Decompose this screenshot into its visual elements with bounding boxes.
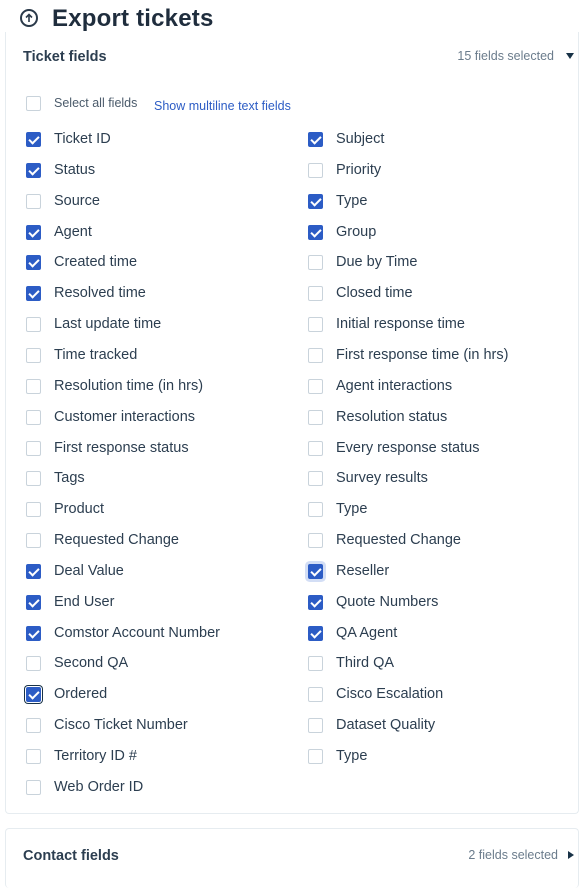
- field-checkbox[interactable]: [308, 502, 323, 517]
- contact-fields-title: Contact fields: [23, 848, 119, 864]
- field-label: Quote Numbers: [336, 594, 439, 610]
- field-label: Agent: [54, 224, 92, 240]
- chevron-down-icon[interactable]: [566, 53, 574, 59]
- field-checkbox[interactable]: [26, 163, 41, 178]
- field-checkbox[interactable]: [26, 225, 41, 240]
- field-label: Subject: [336, 131, 385, 147]
- field-checkbox[interactable]: [26, 255, 41, 270]
- field-checkbox[interactable]: [26, 471, 41, 486]
- field-label: Source: [54, 193, 100, 209]
- field-label: Resolved time: [54, 285, 146, 301]
- show-multiline-link[interactable]: Show multiline text fields: [154, 99, 291, 113]
- field-label: Created time: [54, 254, 138, 270]
- field-label: Third QA: [336, 655, 395, 671]
- field-checkbox[interactable]: [308, 132, 323, 147]
- field-label: Ordered: [54, 686, 108, 702]
- select-all-label: Select all fields: [54, 96, 138, 110]
- field-checkbox[interactable]: [26, 317, 41, 332]
- field-label: Customer interactions: [54, 409, 196, 425]
- select-all-checkbox[interactable]: [26, 96, 41, 111]
- ticket-fields-title: Ticket fields: [23, 49, 107, 65]
- field-checkbox[interactable]: [308, 626, 323, 641]
- field-label: End User: [54, 594, 115, 610]
- field-checkbox[interactable]: [26, 410, 41, 425]
- field-checkbox[interactable]: [26, 749, 41, 764]
- field-checkbox[interactable]: [308, 749, 323, 764]
- field-label: Closed time: [336, 285, 413, 301]
- contact-fields-panel: Contact fields 2 fields selected: [5, 828, 579, 888]
- field-label: Product: [54, 501, 104, 517]
- field-checkbox[interactable]: [308, 194, 323, 209]
- field-label: Survey results: [336, 470, 428, 486]
- field-label: First response status: [54, 440, 189, 456]
- field-checkbox[interactable]: [308, 286, 323, 301]
- field-checkbox[interactable]: [308, 595, 323, 610]
- field-label: Reseller: [336, 563, 390, 579]
- ticket-fields-count: 15 fields selected: [457, 49, 554, 63]
- field-checkbox[interactable]: [26, 441, 41, 456]
- field-checkbox[interactable]: [26, 687, 41, 702]
- field-label: Priority: [336, 162, 382, 178]
- field-checkbox[interactable]: [26, 780, 41, 795]
- page-title: Export tickets: [52, 5, 214, 32]
- field-label: Cisco Escalation: [336, 686, 444, 702]
- field-label: Type: [336, 193, 368, 209]
- ticket-fields-panel: Ticket fields 15 fields selected Select …: [5, 32, 579, 814]
- field-checkbox[interactable]: [308, 163, 323, 178]
- field-label: Type: [336, 748, 368, 764]
- field-label: QA Agent: [336, 625, 398, 641]
- field-label: Initial response time: [336, 316, 465, 332]
- field-label: Agent interactions: [336, 378, 453, 394]
- field-label: Second QA: [54, 655, 129, 671]
- field-label: Cisco Ticket Number: [54, 717, 188, 733]
- field-checkbox[interactable]: [26, 194, 41, 209]
- field-checkbox[interactable]: [26, 564, 41, 579]
- field-checkbox[interactable]: [308, 225, 323, 240]
- field-label: Dataset Quality: [336, 717, 436, 733]
- chevron-right-icon[interactable]: [568, 851, 574, 859]
- field-checkbox[interactable]: [26, 286, 41, 301]
- field-checkbox[interactable]: [308, 410, 323, 425]
- field-label: Status: [54, 162, 96, 178]
- field-label: Deal Value: [54, 563, 124, 579]
- field-checkbox[interactable]: [26, 626, 41, 641]
- field-checkbox[interactable]: [308, 471, 323, 486]
- field-label: Group: [336, 224, 377, 240]
- upload-icon: [20, 9, 38, 27]
- field-checkbox[interactable]: [26, 379, 41, 394]
- field-label: Due by Time: [336, 254, 418, 270]
- field-checkbox[interactable]: [26, 132, 41, 147]
- field-checkbox[interactable]: [26, 533, 41, 548]
- field-label: Resolution time (in hrs): [54, 378, 204, 394]
- field-checkbox[interactable]: [26, 656, 41, 671]
- field-checkbox[interactable]: [308, 317, 323, 332]
- contact-fields-count: 2 fields selected: [468, 848, 558, 862]
- field-label: Tags: [54, 470, 85, 486]
- field-checkbox[interactable]: [308, 533, 323, 548]
- field-label: Last update time: [54, 316, 162, 332]
- field-checkbox[interactable]: [308, 718, 323, 733]
- field-checkbox[interactable]: [26, 348, 41, 363]
- field-label: First response time (in hrs): [336, 347, 509, 363]
- field-checkbox[interactable]: [26, 502, 41, 517]
- field-label: Resolution status: [336, 409, 448, 425]
- field-checkbox[interactable]: [308, 564, 323, 579]
- field-label: Type: [336, 501, 368, 517]
- field-checkbox[interactable]: [26, 718, 41, 733]
- field-checkbox[interactable]: [308, 348, 323, 363]
- field-label: Territory ID #: [54, 748, 137, 764]
- field-label: Time tracked: [54, 347, 138, 363]
- field-checkbox[interactable]: [308, 656, 323, 671]
- field-checkbox[interactable]: [308, 687, 323, 702]
- field-label: Comstor Account Number: [54, 625, 221, 641]
- field-label: Every response status: [336, 440, 480, 456]
- field-label: Requested Change: [54, 532, 179, 548]
- field-checkbox[interactable]: [308, 379, 323, 394]
- field-checkbox[interactable]: [308, 255, 323, 270]
- field-label: Requested Change: [336, 532, 461, 548]
- field-checkbox[interactable]: [308, 441, 323, 456]
- field-label: Ticket ID: [54, 131, 111, 147]
- field-checkbox[interactable]: [26, 595, 41, 610]
- field-label: Web Order ID: [54, 779, 144, 795]
